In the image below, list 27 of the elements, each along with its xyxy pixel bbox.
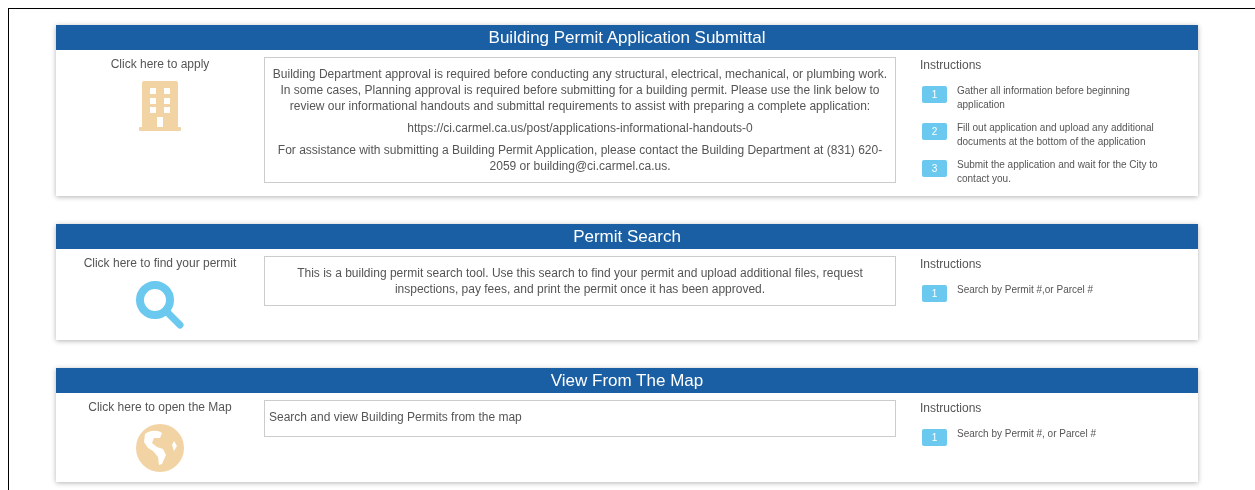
step-text: Search by Permit #, or Parcel # xyxy=(957,427,1097,441)
step-badge: 1 xyxy=(922,86,947,103)
section-header: Building Permit Application Submittal xyxy=(56,25,1198,50)
description-text: For assistance with submitting a Building Permit Application, please contact the Building Department at (831) 620-2059 or building@ci.carmel.ca.us. xyxy=(276,142,884,174)
step-text: Submit the application and wait for the City to contact you. xyxy=(957,158,1159,186)
building-icon[interactable] xyxy=(139,81,181,131)
step-text: Search by Permit #,or Parcel # xyxy=(957,283,1095,297)
instructions-title: Instructions xyxy=(920,256,983,273)
apply-link[interactable]: Click here to apply xyxy=(110,55,210,73)
description-text: https://ci.carmel.ca.us/post/applications-informational-handouts-0 xyxy=(406,120,754,136)
apply-link[interactable]: Click here to find your permit xyxy=(83,254,237,272)
description-text: Building Department approval is required before conducting any structural, electrical, mechanical, or plumbing work. In some cases, Planning approval is required before submitting for a building permit. Please use the link below to review our informational handouts and submittal requirements to assist with preparing a complete application: xyxy=(271,66,889,114)
instructions-title: Instructions xyxy=(920,57,983,74)
description-text: This is a building permit search tool. Use this search to find your permit and upload additional files, request inspections, pay fees, and print the permit once it has been approved. xyxy=(296,265,864,297)
step-text: Gather all information before beginning application xyxy=(957,84,1131,112)
instructions-title: Instructions xyxy=(920,400,983,417)
step-badge: 1 xyxy=(922,429,947,446)
globe-icon[interactable] xyxy=(136,424,184,472)
description-text: Search and view Building Permits from the map xyxy=(269,409,523,425)
apply-link[interactable]: Click here to open the Map xyxy=(88,398,232,416)
search-icon[interactable] xyxy=(135,280,185,330)
step-badge: 3 xyxy=(922,160,947,177)
step-badge: 1 xyxy=(922,285,947,302)
step-text: Fill out application and upload any additional documents at the bottom of the application xyxy=(957,121,1155,149)
step-badge: 2 xyxy=(922,123,947,140)
section-header: View From The Map xyxy=(56,368,1198,393)
section-header: Permit Search xyxy=(56,224,1198,249)
